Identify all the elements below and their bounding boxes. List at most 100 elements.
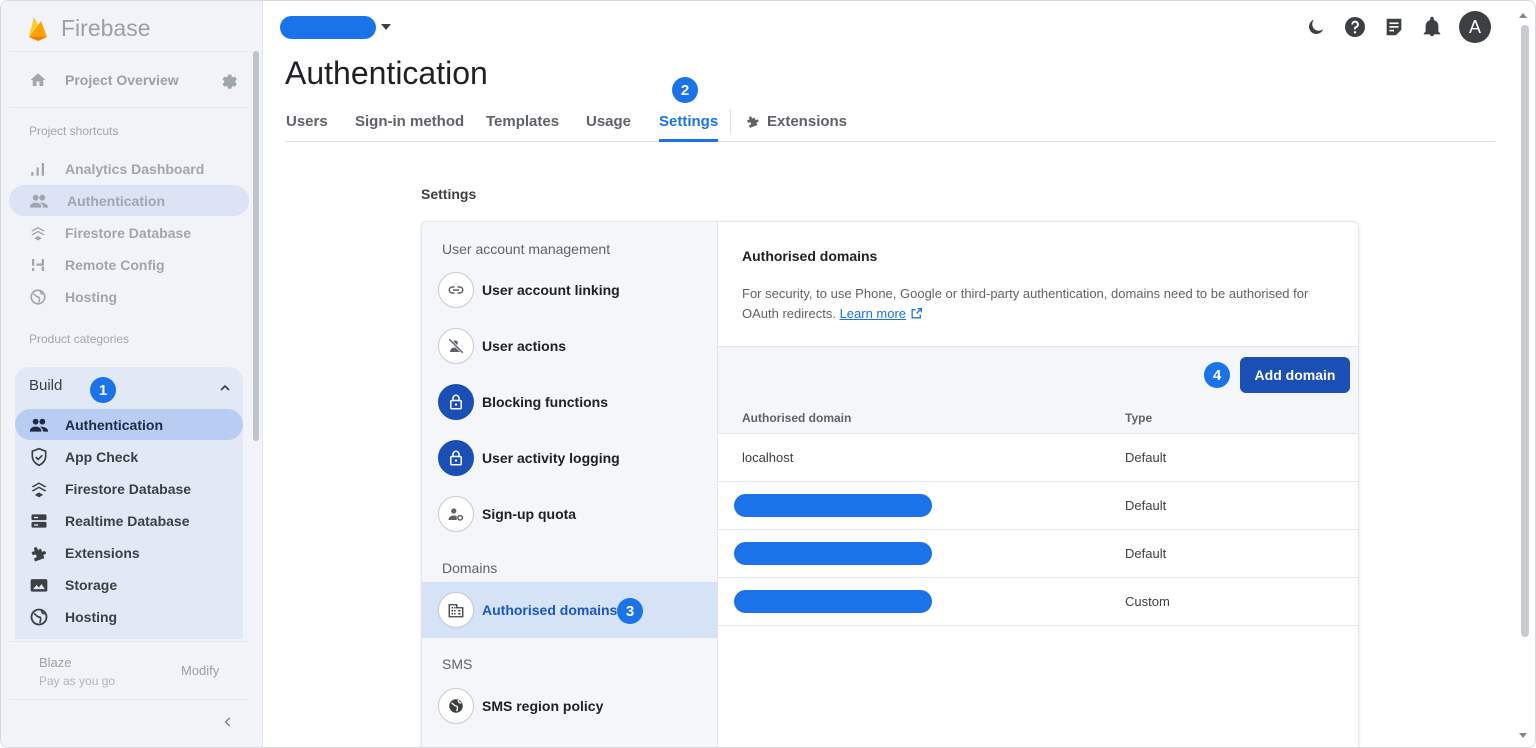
table-row[interactable]: localhost Default [718,434,1358,482]
redacted-domain [734,494,932,517]
users-icon [29,194,49,208]
build-item-label: Firestore Database [65,480,192,497]
shortcut-firestore-database[interactable]: Firestore Database [9,217,249,248]
lock-icon [438,384,474,420]
user-settings-icon [438,496,474,532]
learn-more-link[interactable]: Learn more [840,306,906,321]
build-item-storage[interactable]: Storage [15,569,243,600]
redacted-domain [734,542,932,565]
panel-title: Authorised domains [742,248,878,264]
menu-item-sms-region-policy[interactable]: SMS region policy [422,678,718,734]
link-icon [438,272,474,308]
build-item-label: Hosting [65,608,118,625]
shortcut-remote-config[interactable]: Remote Config [9,249,249,280]
shortcut-label: Remote Config [65,256,165,273]
puzzle-icon [31,546,46,562]
build-item-label: Authentication [65,416,163,433]
product-categories-label: Product categories [29,332,130,346]
group-title: Domains [442,560,498,576]
menu-item-label: SMS region policy [482,698,604,714]
help-icon[interactable] [1343,15,1367,39]
external-link-icon[interactable] [910,307,923,320]
shortcut-authentication[interactable]: Authentication [9,185,249,216]
learn-more-label: Learn more [839,306,907,321]
scroll-up-arrow[interactable] [1519,13,1527,18]
build-item-label: App Check [65,448,139,465]
build-item-label: Storage [65,576,118,593]
tab-usage[interactable]: Usage [586,113,631,142]
shortcut-analytics-dashboard[interactable]: Analytics Dashboard [9,153,249,184]
plan-info: Blaze Pay as you go [39,655,115,688]
shortcut-label: Hosting [65,288,118,305]
firestore-icon [31,226,45,240]
bell-icon[interactable] [1421,16,1443,38]
project-shortcuts-label: Project shortcuts [29,124,119,138]
menu-item-authorised-domains[interactable]: Authorised domains [422,582,718,638]
build-item-authentication[interactable]: Authentication [15,409,243,440]
build-item-extensions[interactable]: Extensions [15,537,243,568]
puzzle-icon [747,116,759,128]
menu-item-user-actions[interactable]: User actions [422,318,718,374]
build-item-hosting[interactable]: Hosting [15,601,243,632]
redacted-domain [734,590,932,613]
menu-item-label: Authorised domains [482,602,618,618]
step-badge: 2 [672,77,698,103]
build-item-app-check[interactable]: App Check [15,441,243,472]
menu-item-sign-up-quota[interactable]: Sign-up quota [422,486,718,542]
divider [9,641,248,642]
column-header-domain: Authorised domain [742,411,852,425]
table-toolbar: 4 Add domain Authorised domain Type [718,346,1358,434]
tab-bar: Users Sign-in method Templates Usage Set… [285,105,1495,142]
project-overview-link[interactable]: Project Overview [9,63,248,97]
menu-item-user-account-linking[interactable]: User account linking [422,262,718,318]
brand[interactable]: Firebase [27,13,150,43]
shortcut-hosting[interactable]: Hosting [9,281,249,312]
chevron-up-icon[interactable] [217,380,233,396]
firebase-logo-icon [29,17,47,41]
build-item-label: Extensions [65,544,140,561]
bar-chart-icon [31,162,44,176]
scroll-down-arrow[interactable] [1519,733,1527,738]
menu-item-label: User activity logging [482,450,620,466]
tab-separator [730,109,731,133]
build-section-header[interactable]: Build [29,377,62,394]
tab-settings[interactable]: Settings [659,113,719,142]
domain-cell: localhost [742,450,794,465]
menu-item-user-activity-logging[interactable]: User activity logging [422,430,718,486]
chevron-left-icon[interactable] [221,715,235,729]
gear-icon[interactable] [218,70,238,90]
dark-mode-icon[interactable] [1305,16,1327,38]
group-title: SMS [442,656,473,672]
table-row[interactable]: Default [718,482,1358,530]
tab-templates[interactable]: Templates [486,113,559,142]
divider [9,699,248,700]
notes-icon[interactable] [1383,16,1405,38]
project-selector[interactable] [280,16,376,39]
modify-plan-button[interactable]: Modify [181,663,219,678]
step-badge: 1 [90,377,116,403]
caret-down-icon[interactable] [381,24,391,30]
tab-sign-in-method[interactable]: Sign-in method [355,113,464,142]
tab-users[interactable]: Users [286,113,328,142]
menu-item-blocking-functions[interactable]: Blocking functions [422,374,718,430]
table-row[interactable]: Custom [718,578,1358,626]
plan-desc: Pay as you go [39,674,116,688]
build-item-realtime-database[interactable]: Realtime Database [15,505,243,536]
top-toolbar: A [1305,11,1491,43]
build-item-firestore-database[interactable]: Firestore Database [15,473,243,504]
add-domain-button[interactable]: Add domain [1240,357,1350,393]
shortcut-label: Analytics Dashboard [65,160,205,177]
main-scrollbar[interactable] [1521,25,1529,637]
users-icon [29,418,49,432]
authorised-domains-panel: Authorised domains For security, to use … [718,222,1358,747]
step-badge: 3 [617,598,643,624]
sidebar-scrollbar[interactable] [253,51,259,441]
home-icon [30,73,46,86]
avatar[interactable]: A [1459,11,1491,43]
menu-item-label: User account linking [482,282,620,298]
shield-icon [31,447,47,466]
table-row[interactable]: Default [718,530,1358,578]
group-title: User account management [442,241,611,257]
tab-extensions[interactable]: Extensions [745,113,847,142]
menu-item-label: Blocking functions [482,394,608,410]
